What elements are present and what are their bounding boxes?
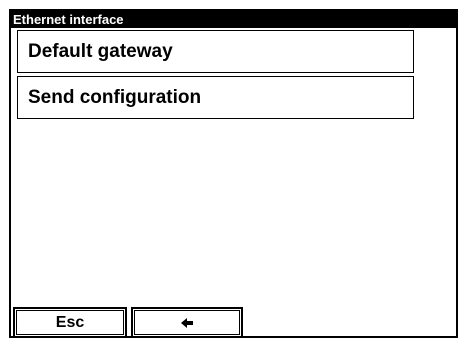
esc-button-label: Esc <box>55 313 85 331</box>
esc-button[interactable]: Esc <box>13 307 127 338</box>
menu-item-send-configuration[interactable]: Send configuration <box>17 76 414 119</box>
menu-item-default-gateway[interactable]: Default gateway <box>17 30 414 73</box>
device-screen: Ethernet interface Default gateway Send … <box>9 9 458 338</box>
back-button[interactable] <box>131 307 243 338</box>
screen-title: Ethernet interface <box>11 11 456 28</box>
arrow-left-icon <box>181 317 193 328</box>
